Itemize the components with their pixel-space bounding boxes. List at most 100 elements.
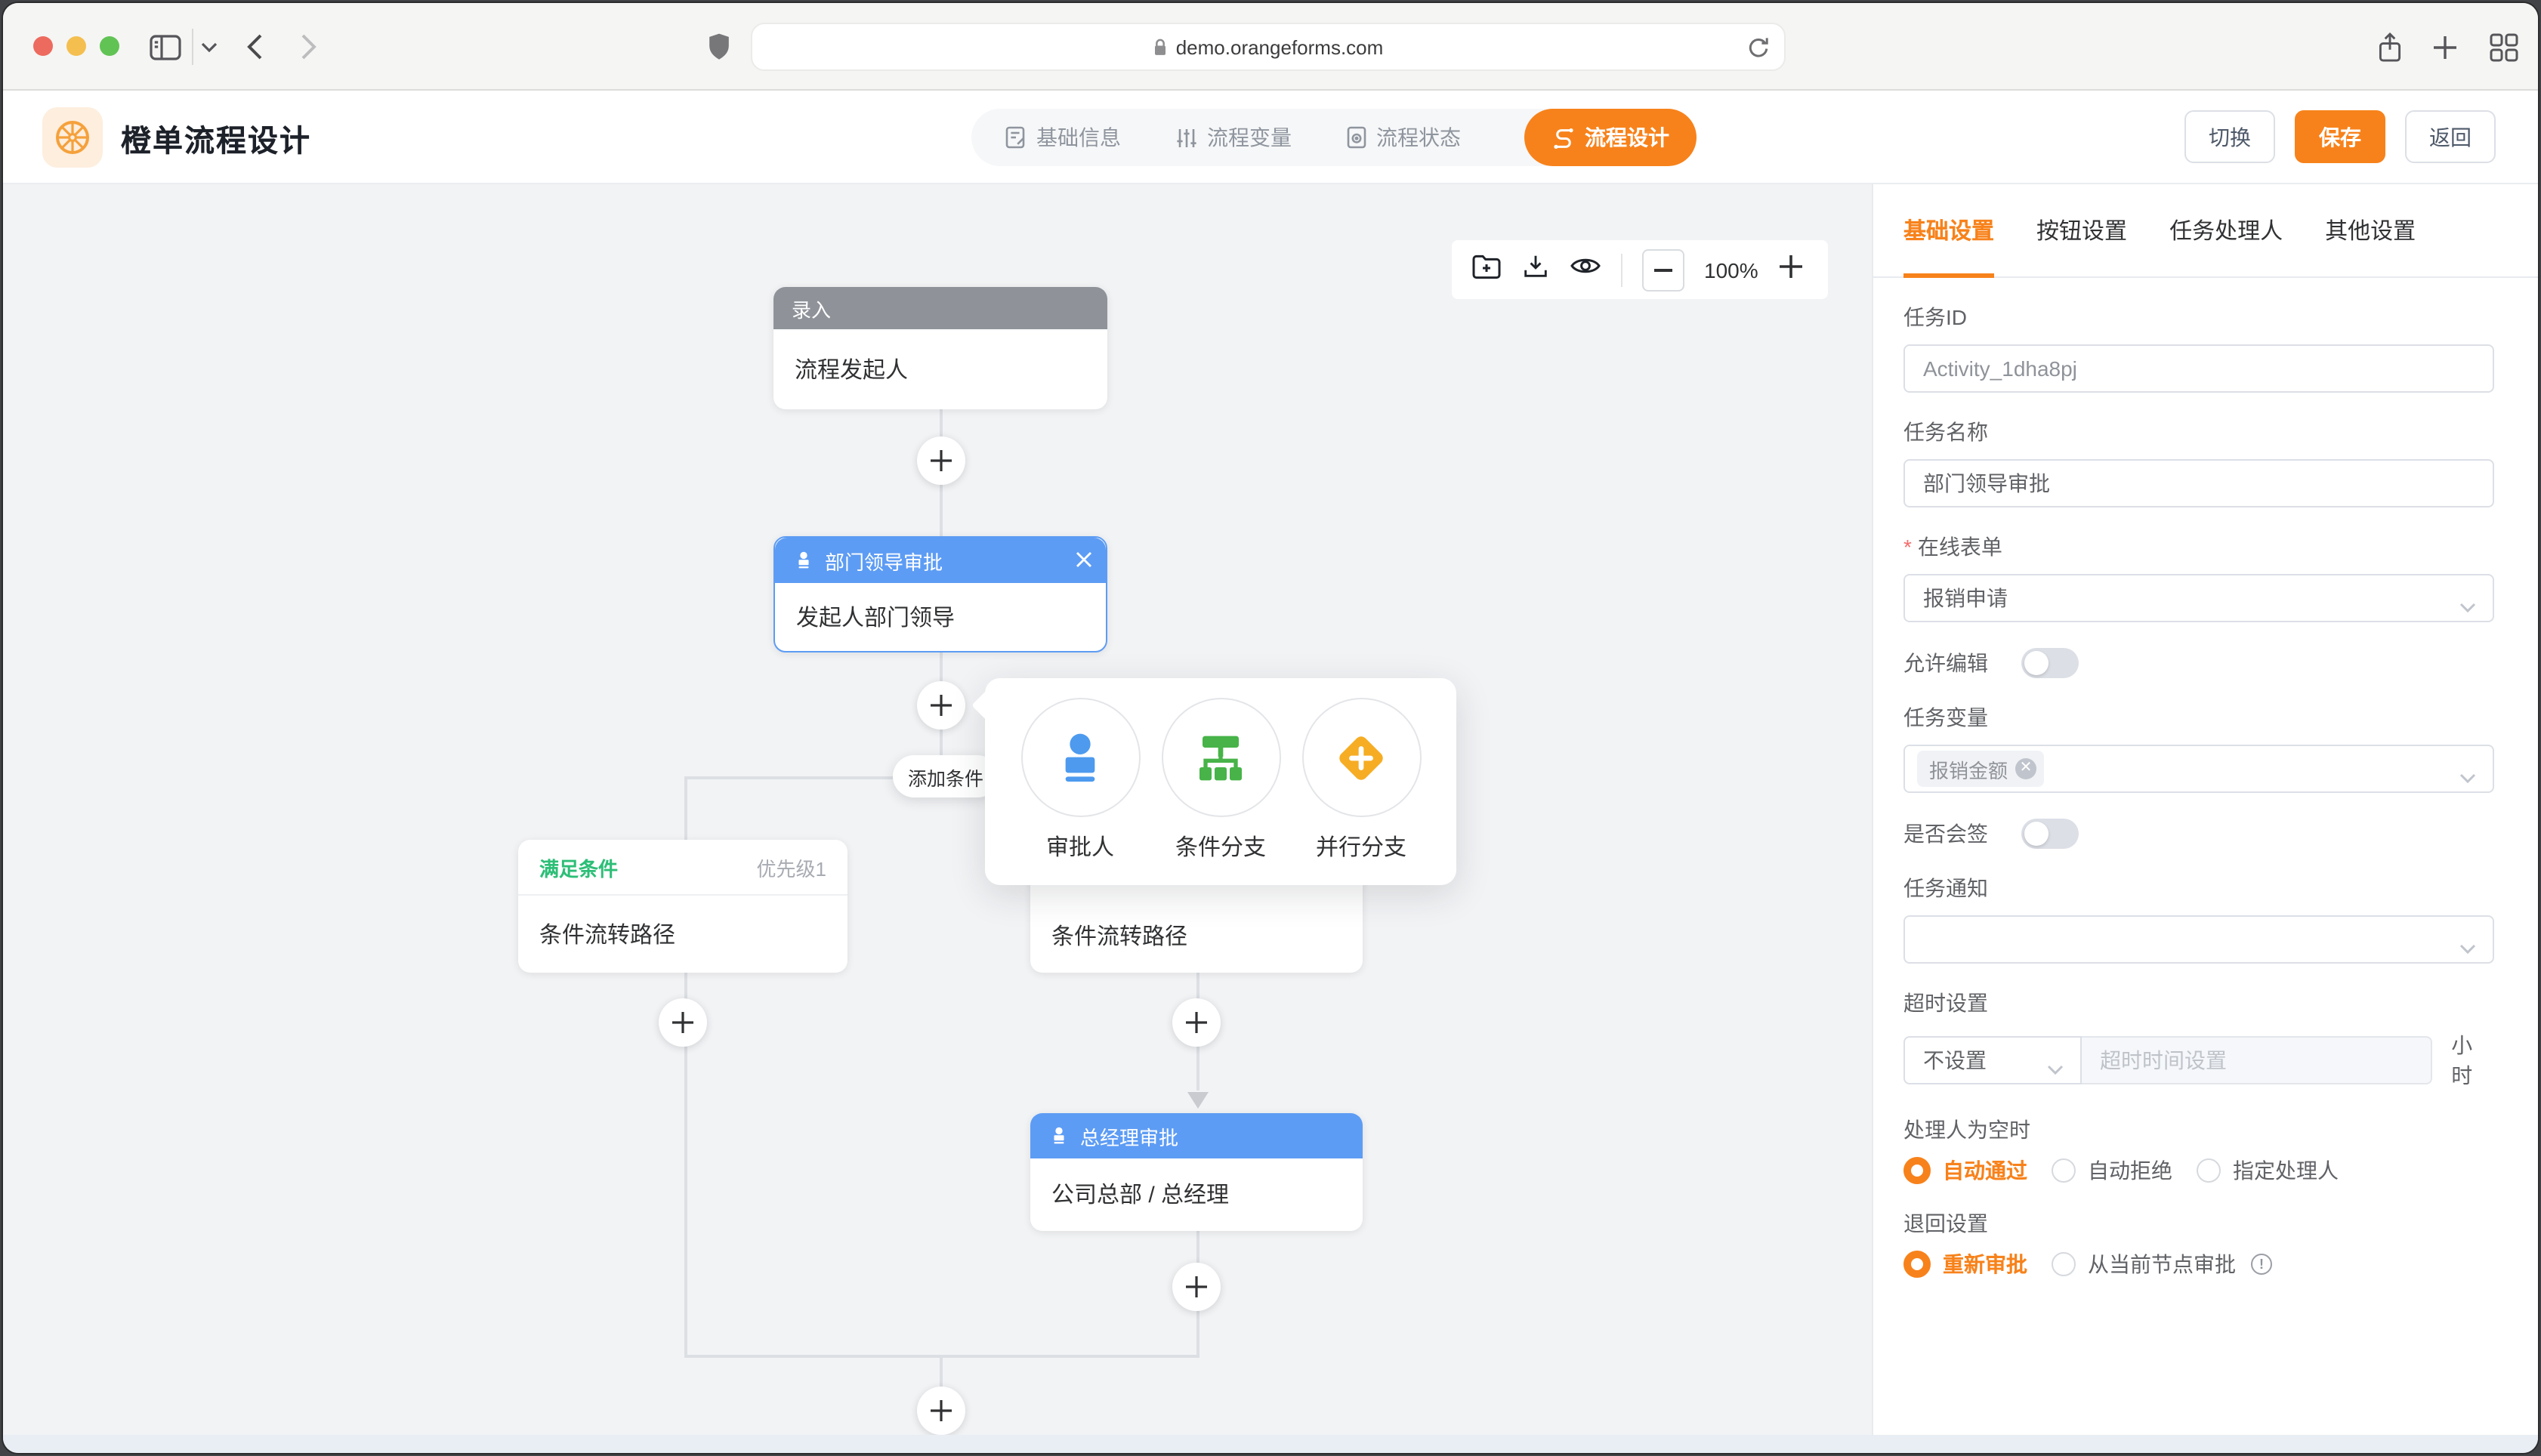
arrow-head [1187,1092,1209,1109]
node-body-text: 条件流转路径 [539,918,675,949]
flow-icon [1551,125,1576,150]
chevron-down-icon [2047,1056,2064,1080]
back-button-header[interactable]: 返回 [2405,110,2496,163]
download-icon[interactable] [1521,251,1550,288]
orange-slice-icon [53,118,92,157]
zoom-level: 100% [1704,258,1758,282]
variable-tag: 报销金额 ✕ [1917,751,2044,787]
radio-assign-handler[interactable]: 指定处理人 [2197,1155,2339,1186]
forward-button[interactable] [301,3,317,91]
node-body-text: 发起人部门领导 [796,601,955,633]
task-variables-select[interactable]: 报销金额 ✕ [1903,745,2494,793]
task-id-label: 任务ID [1903,304,2493,331]
tab-process-design[interactable]: 流程设计 [1524,109,1697,166]
open-file-icon[interactable] [1471,252,1502,287]
back-button[interactable] [246,3,263,91]
canvas-toolbar: 100% [1452,240,1828,299]
node-body-text: 公司总部 / 总经理 [1051,1177,1229,1209]
parallel-branch-icon [1329,726,1393,789]
tab-task-assignee[interactable]: 任务处理人 [2169,184,2283,277]
radio-auto-approve[interactable]: 自动通过 [1903,1155,2027,1186]
timeout-unit: 小时 [2451,1030,2493,1090]
add-node-button[interactable] [1172,1263,1221,1311]
empty-handler-label: 处理人为空时 [1903,1116,2493,1143]
task-id-input[interactable] [1903,344,2494,393]
remove-tag-icon[interactable]: ✕ [2015,758,2036,779]
tab-process-variables[interactable]: 流程变量 [1175,109,1292,166]
lock-icon [1153,37,1169,57]
popover-item-condition-branch[interactable]: 条件分支 [1157,698,1284,885]
add-condition-tooltip[interactable]: 添加条件 [893,755,999,797]
radio-auto-reject[interactable]: 自动拒绝 [2052,1155,2172,1186]
chevron-down-icon[interactable] [201,3,218,91]
tab-overview-icon[interactable] [2490,3,2518,91]
approver-stamp-icon [1048,1125,1070,1146]
radio-restart-approval[interactable]: 重新审批 [1903,1249,2027,1279]
tab-process-status[interactable]: 流程状态 [1346,109,1461,166]
popover-item-approver[interactable]: 审批人 [1017,698,1144,885]
node-body-text: 条件流转路径 [1051,919,1187,951]
tab-other-settings[interactable]: 其他设置 [2325,184,2416,277]
online-form-label: *在线表单 [1903,533,2493,560]
approver-stamp-icon [793,550,814,571]
panel-tabs: 基础设置 按钮设置 任务处理人 其他设置 [1873,184,2538,278]
tab-button-settings[interactable]: 按钮设置 [2036,184,2127,277]
zoom-out-button[interactable] [1642,248,1684,291]
close-window-button[interactable] [33,36,53,56]
minimize-window-button[interactable] [66,36,86,56]
zoom-window-button[interactable] [100,36,119,56]
online-form-select[interactable]: 报销申请 [1903,574,2494,622]
browser-window: demo.orangeforms.com 橙单流程设计 基础信息 [3,3,2538,1453]
sidebar-toggle-icon[interactable] [150,3,181,91]
add-node-button[interactable] [917,436,965,485]
radio-current-node-approval[interactable]: 从当前节点审批! [2052,1249,2272,1279]
allow-edit-toggle[interactable] [2021,648,2079,678]
switch-button[interactable]: 切换 [2184,110,2275,163]
countersign-toggle[interactable] [2021,819,2079,849]
toolbar-separator [192,29,193,65]
chevron-down-icon [2459,935,2476,959]
node-gm-approval[interactable]: 总经理审批 公司总部 / 总经理 [1030,1113,1363,1231]
task-variables-label: 任务变量 [1903,704,2493,731]
share-icon[interactable] [2376,3,2404,91]
traffic-lights [33,36,119,56]
flow-canvas[interactable]: 录入 流程发起人 部门领导审批 发起人部门领导 添加条件 [3,184,1872,1435]
task-notify-label: 任务通知 [1903,875,2493,902]
url-text: demo.orangeforms.com [1176,35,1384,58]
chevron-down-icon [2459,594,2476,618]
popover-item-parallel-branch[interactable]: 并行分支 [1298,698,1425,885]
privacy-shield-icon[interactable] [707,3,731,91]
address-bar[interactable]: demo.orangeforms.com [751,23,1786,71]
add-node-button[interactable] [1172,998,1221,1047]
timeout-label: 超时设置 [1903,989,2493,1016]
timeout-value-input[interactable] [2082,1036,2431,1084]
timeout-mode-select[interactable]: 不设置 [1903,1036,2082,1084]
add-node-button[interactable] [659,998,707,1047]
priority-label: 优先级1 [757,853,826,881]
tab-basic-settings[interactable]: 基础设置 [1903,184,1994,277]
info-icon: ! [2251,1254,2272,1275]
header-nav-tabs: 基础信息 流程变量 流程状态 流程设计 [971,109,1597,166]
node-condition-left[interactable]: 满足条件 优先级1 条件流转路径 [518,840,848,973]
zoom-in-button[interactable] [1778,253,1804,286]
new-tab-icon[interactable] [2432,3,2458,91]
required-asterisk: * [1903,533,1912,560]
save-button[interactable]: 保存 [2295,110,2385,163]
node-title: 总经理审批 [1080,1121,1178,1150]
node-dept-approval[interactable]: 部门领导审批 发起人部门领导 [773,536,1107,652]
browser-toolbar: demo.orangeforms.com [3,3,2538,91]
tab-basic-info[interactable]: 基础信息 [1005,109,1121,166]
condition-branch-icon [1190,727,1251,788]
add-node-button[interactable] [917,1387,965,1435]
node-start[interactable]: 录入 流程发起人 [773,287,1107,409]
allow-edit-label: 允许编辑 [1903,649,1988,677]
add-node-button-active[interactable] [917,681,965,730]
preview-eye-icon[interactable] [1570,255,1601,284]
task-name-input[interactable] [1903,459,2494,507]
close-icon[interactable] [1076,550,1092,572]
task-notify-select[interactable] [1903,915,2494,964]
toolbar-divider [1621,253,1622,286]
app-header: 橙单流程设计 基础信息 流程变量 流程状态 流程设计 切换 保存 返回 [3,91,2538,184]
header-actions: 切换 保存 返回 [2184,110,2496,163]
reload-icon[interactable] [1746,35,1769,65]
